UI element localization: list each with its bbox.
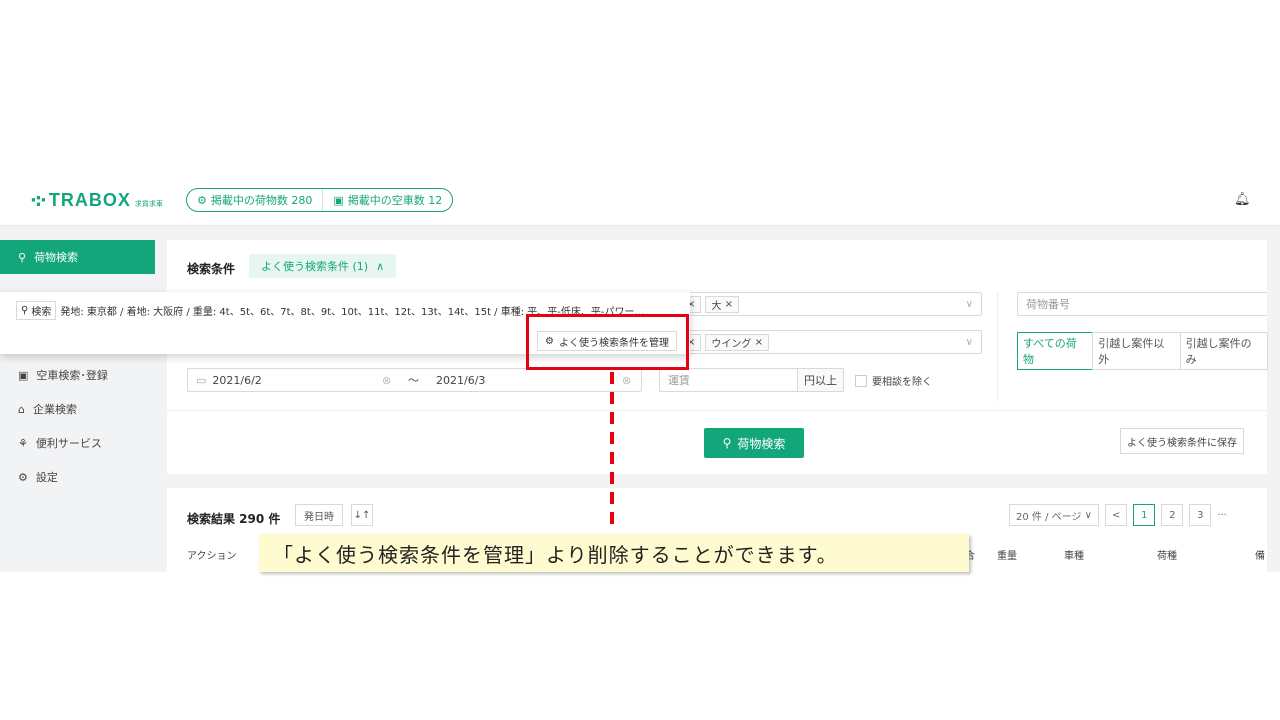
apply-condition-label: 検索 [31,307,52,318]
prev-page-button[interactable]: < [1104,504,1128,526]
save-conditions-button[interactable]: よく使う検索条件に保存 [1120,428,1244,454]
more-pages[interactable]: ··· [1217,510,1227,521]
vehicle-count-label: 掲載中の空車数 12 [347,194,443,207]
cargo-count-label: 掲載中の荷物数 280 [210,194,313,207]
conditions-title: 検索条件 [187,262,236,276]
logo-subtext: 求貨求車 [134,199,163,208]
bell-icon[interactable]: 🔔︎ [1234,192,1251,207]
column-action: アクション [187,551,237,562]
apply-condition-button[interactable]: ⚲ 検索 [16,301,57,320]
annotation-callout: 「よく使う検索条件を管理」より削除することができます。 [259,534,969,572]
clear-icon[interactable]: ⊗ [622,374,631,387]
logo-text: TRABOX [48,190,131,210]
fare-suffix-label: 円以上 [804,374,837,387]
cargo-number-input[interactable]: 荷物番号 [1017,292,1267,316]
column-vehicle-type: 車種 [1064,551,1084,562]
chip-wing-label: ウイング [711,338,752,350]
header: ·:· TRABOX 求貨求車 ⚙ 掲載中の荷物数 280 ▣ 掲載中の空車数 … [0,168,1280,226]
sort-select[interactable]: 発日時 [295,504,343,526]
save-button-label: よく使う検索条件に保存 [1127,437,1237,449]
sidebar-item-settings[interactable]: ⚙ 設定 [0,460,155,494]
highlight-box [526,314,689,370]
date-from: 2021/6/2 [212,373,262,387]
sidebar-item-label: 企業検索 [32,403,77,416]
clear-icon[interactable]: ⊗ [382,374,391,387]
date-separator: ～ [408,374,419,387]
page-3[interactable]: 3 [1189,504,1212,526]
search-conditions-panel: 検索条件 よく使う検索条件 (1) ∧ × 大 × ∨ × ウイング × ∨ 荷… [167,240,1269,474]
chip-large-label: 大 [711,300,722,312]
fare-placeholder: 運賃 [668,374,690,387]
cargo-filter-segment: すべての荷物 引越し案件以外 引越し案件のみ [1017,332,1269,370]
truck-icon: ▣ [333,193,344,207]
cargo-search-button[interactable]: ⚲ 荷物検索 [704,428,804,458]
segment-all[interactable]: すべての荷物 [1017,332,1094,370]
date-to: 2021/6/3 [436,373,486,387]
sidebar-item-label: 便利サービス [35,437,102,450]
column-notes: 備 [1255,551,1265,562]
dashed-connector [610,372,614,532]
sidebar-item-cargo-search[interactable]: ⚲ 荷物検索 [0,240,155,274]
box-icon: ⚙ [197,193,207,207]
sidebar-item-label: 空車検索･登録 [36,369,108,382]
sidebar-item-label: 荷物検索 [34,251,79,264]
search-icon: ⚲ [722,436,732,450]
pagination: 20 件 / ページ ∨ < 1 2 3 ··· [1009,504,1227,526]
divider [997,292,998,402]
truck-icon: ▣ [18,368,29,382]
app-window: ·:· TRABOX 求貨求車 ⚙ 掲載中の荷物数 280 ▣ 掲載中の空車数 … [0,168,1280,572]
callout-text: 「よく使う検索条件を管理」より削除することができます。 [273,542,838,567]
exclude-consult-label: 要相談を除く [872,377,932,388]
saved-conditions-label: よく使う検索条件 (1) [261,260,369,273]
fare-suffix: 円以上 [797,368,844,392]
gear-icon: ⚙ [18,470,28,484]
segment-moving-only[interactable]: 引越し案件のみ [1179,332,1269,370]
chevron-down-icon: ∨ [965,298,973,310]
service-icon: ⚘ [18,436,28,450]
page-size-label: 20 件 / ページ [1016,511,1082,523]
building-icon: ⌂ [18,402,25,416]
sidebar: ⚲ 荷物検索 ▣ 空車検索･登録 ⌂ 企業検索 ⚘ 便利サービス ⚙ 設定 [0,240,155,494]
size-select[interactable]: × 大 × ∨ [672,292,982,316]
sidebar-item-vehicle-search[interactable]: ▣ 空車検索･登録 [0,358,155,392]
logo-icon: ·:· [30,190,47,211]
vehicle-count[interactable]: ▣ 掲載中の空車数 12 [322,189,452,211]
chip-large[interactable]: 大 × [705,295,739,313]
segment-non-moving[interactable]: 引越し案件以外 [1092,332,1181,370]
cargo-count[interactable]: ⚙ 掲載中の荷物数 280 [187,189,322,211]
cargo-number-placeholder: 荷物番号 [1026,298,1070,311]
page-2[interactable]: 2 [1161,504,1184,526]
chip-wing[interactable]: ウイング × [705,333,769,351]
search-icon: ⚲ [21,305,29,316]
divider [167,410,1267,411]
sidebar-item-label: 設定 [35,471,58,484]
results-title: 検索結果 290 件 [187,512,281,526]
search-button-label: 荷物検索 [737,436,786,451]
trabox-logo[interactable]: ·:· TRABOX 求貨求車 [30,190,163,211]
calendar-icon: ▭ [196,373,207,387]
saved-conditions-toggle[interactable]: よく使う検索条件 (1) ∧ [249,254,397,278]
sort-label: 発日時 [304,511,334,523]
vehicle-type-select[interactable]: × ウイング × ∨ [672,330,982,354]
exclude-consult-checkbox[interactable]: 要相談を除く [855,373,932,388]
date-range-picker[interactable]: ▭ 2021/6/2 ⊗ ～ 2021/6/3 ⊗ [187,368,642,392]
page-size-select[interactable]: 20 件 / ページ ∨ [1009,504,1099,526]
column-weight: 重量 [997,551,1017,562]
checkbox-box [855,374,867,387]
search-icon: ⚲ [18,250,27,264]
chevron-down-icon: ∨ [965,336,973,348]
sidebar-item-services[interactable]: ⚘ 便利サービス [0,426,155,460]
chevron-up-icon: ∧ [376,259,385,273]
sort-order-icon[interactable]: ↓↑ [351,504,373,526]
sidebar-item-company-search[interactable]: ⌂ 企業検索 [0,392,155,426]
page-1[interactable]: 1 [1133,504,1156,526]
listing-counts: ⚙ 掲載中の荷物数 280 ▣ 掲載中の空車数 12 [186,188,454,212]
column-cargo-type: 荷種 [1157,551,1177,562]
